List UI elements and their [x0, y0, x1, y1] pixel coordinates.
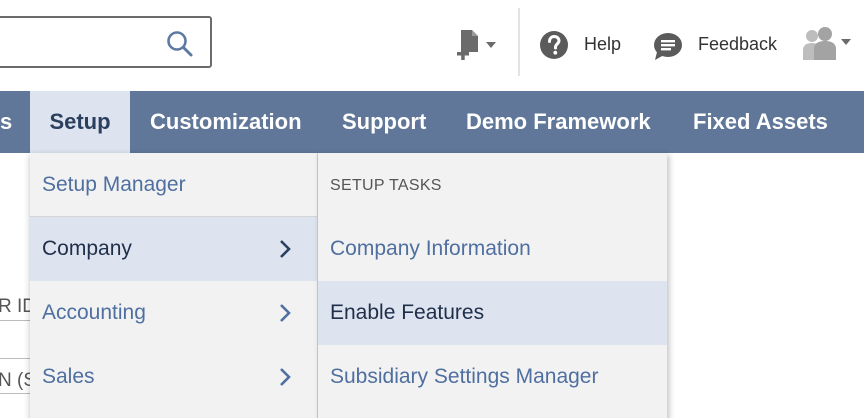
- header-divider: [518, 8, 520, 76]
- search-input[interactable]: [6, 26, 156, 58]
- submenu-item-company-information[interactable]: Company Information: [318, 217, 667, 281]
- menu-item-sales[interactable]: Sales: [30, 345, 317, 409]
- nav-item-demo-framework[interactable]: Demo Framework: [466, 91, 651, 153]
- feedback-icon[interactable]: [652, 31, 684, 61]
- chevron-right-icon: [280, 240, 291, 258]
- global-search[interactable]: [0, 16, 212, 68]
- feedback-label[interactable]: Feedback: [698, 34, 777, 55]
- company-submenu: SETUP TASKS Company Information Enable F…: [318, 153, 667, 418]
- app-root: Help Feedback s Setup Customization Supp…: [0, 0, 864, 418]
- menu-item-accounting[interactable]: Accounting: [30, 281, 317, 345]
- nav-item-partial[interactable]: s: [0, 91, 12, 153]
- submenu-section-heading: SETUP TASKS: [330, 177, 442, 194]
- main-nav: s Setup Customization Support Demo Frame…: [0, 91, 864, 153]
- help-label[interactable]: Help: [584, 34, 621, 55]
- menu-item-company[interactable]: Company: [30, 217, 317, 281]
- create-new-icon[interactable]: [455, 28, 501, 64]
- nav-item-setup[interactable]: Setup: [30, 91, 130, 153]
- nav-item-support[interactable]: Support: [342, 91, 426, 153]
- nav-item-customization[interactable]: Customization: [150, 91, 302, 153]
- search-icon[interactable]: [164, 28, 196, 60]
- chevron-right-icon: [280, 304, 291, 322]
- nav-item-fixed-assets[interactable]: Fixed Assets: [693, 91, 828, 153]
- help-icon[interactable]: [539, 30, 569, 60]
- setup-dropdown-primary: Setup Manager Company Accounting Sales: [30, 153, 318, 418]
- submenu-item-subsidiary-settings-manager[interactable]: Subsidiary Settings Manager: [318, 345, 667, 409]
- menu-item-setup-manager[interactable]: Setup Manager: [30, 153, 317, 217]
- submenu-item-enable-features[interactable]: Enable Features: [318, 281, 667, 345]
- chevron-right-icon: [280, 368, 291, 386]
- user-roles-icon[interactable]: [801, 26, 855, 62]
- field-underline: [0, 320, 30, 321]
